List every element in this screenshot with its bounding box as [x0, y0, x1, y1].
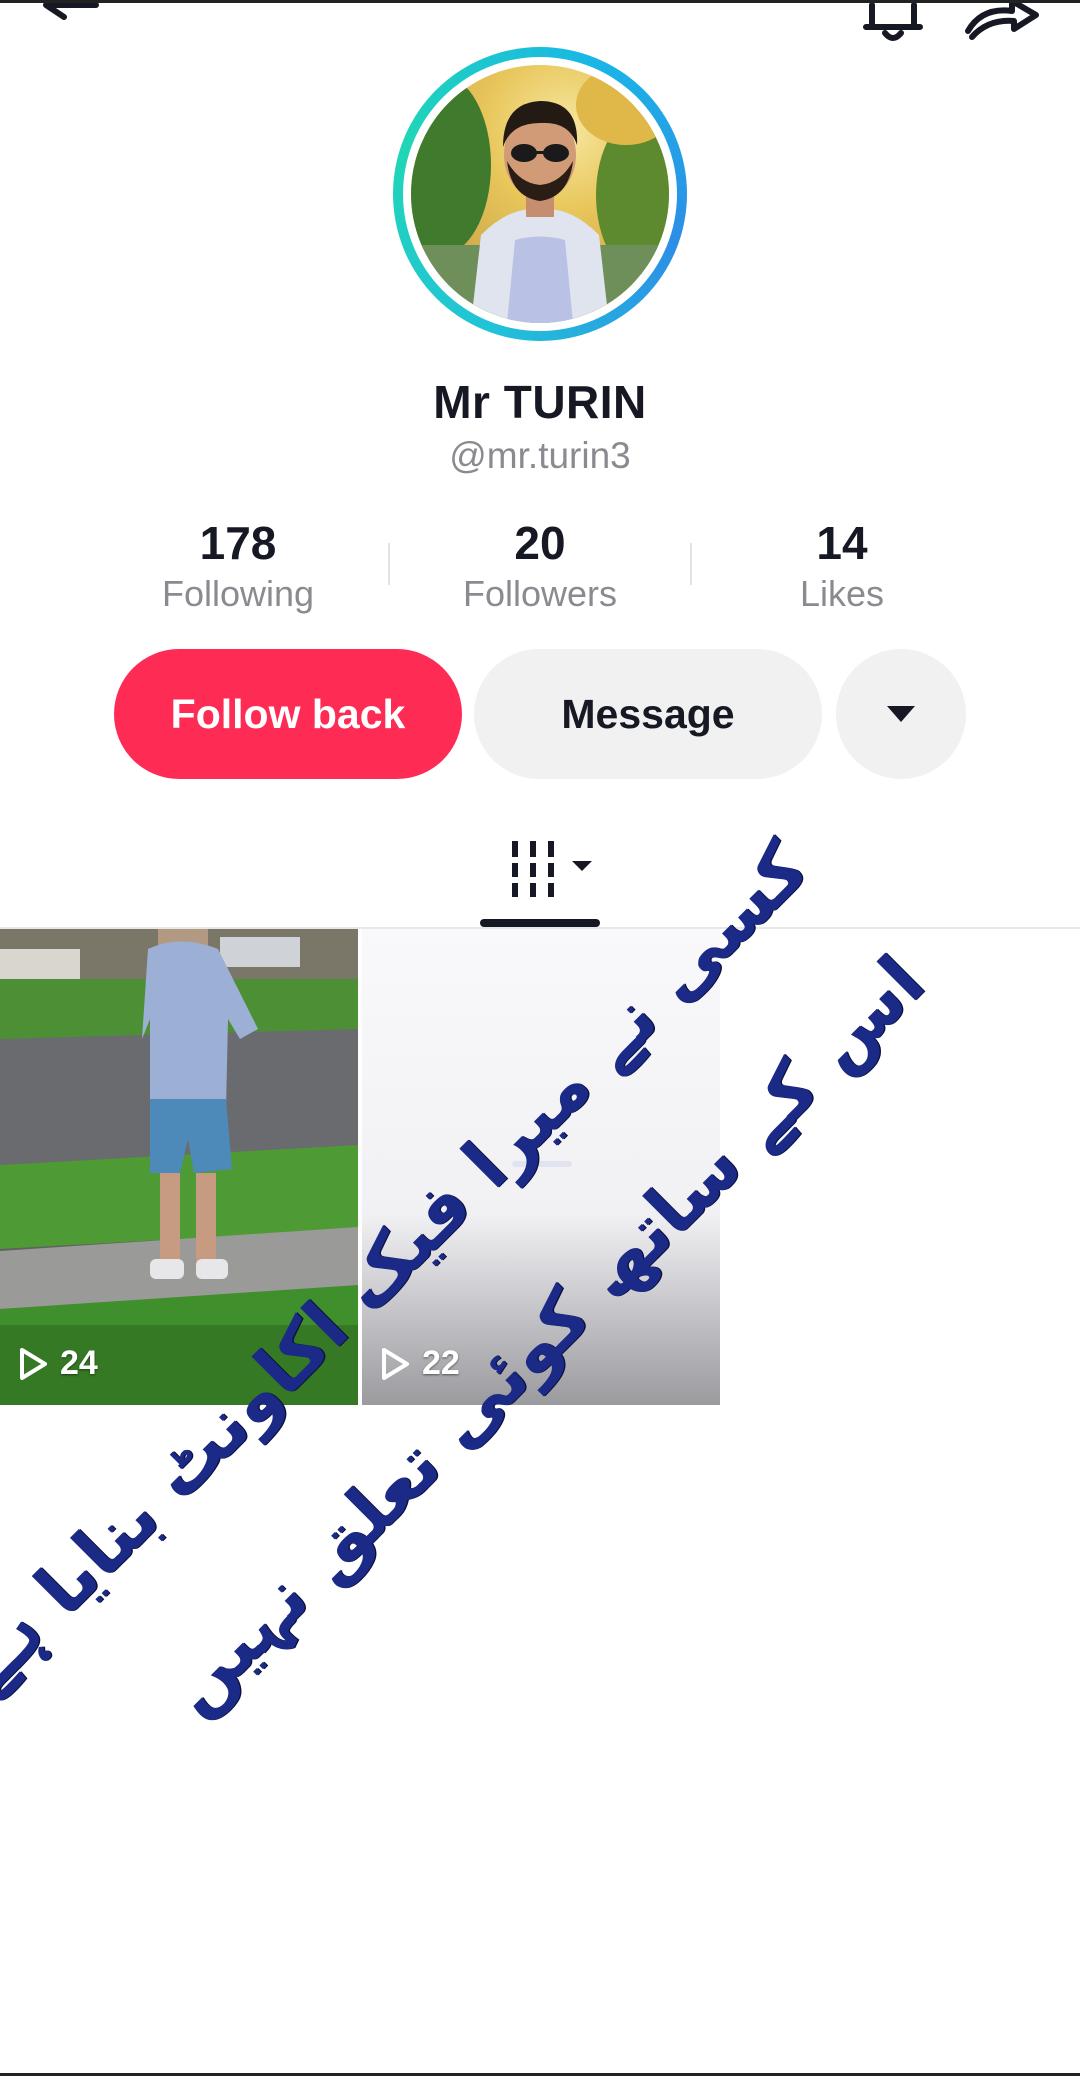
play-icon: [382, 1347, 409, 1380]
bell-icon[interactable]: [858, 0, 928, 45]
caret-down-icon: [887, 706, 915, 722]
following-count: 178: [199, 517, 277, 569]
avatar-ring: [393, 47, 687, 341]
view-count: 24: [18, 1344, 98, 1383]
message-button[interactable]: Message: [474, 649, 822, 779]
followers-count: 20: [514, 517, 566, 569]
followers-label: Followers: [462, 573, 618, 614]
share-icon[interactable]: [962, 0, 1042, 43]
tab-indicator: [480, 919, 600, 927]
avatar[interactable]: [411, 65, 669, 323]
likes-count: 14: [816, 517, 868, 569]
stat-following[interactable]: 178 Following: [108, 517, 368, 619]
username: @mr.turin3: [449, 435, 631, 476]
back-arrow-icon[interactable]: [36, 0, 106, 37]
play-icon: [20, 1347, 47, 1380]
stat-likes[interactable]: 14 Likes: [712, 517, 972, 619]
grid-icon[interactable]: [500, 839, 600, 899]
stat-divider: [690, 543, 692, 585]
display-name: Mr TURIN: [433, 376, 647, 428]
more-options-button[interactable]: [836, 649, 966, 779]
follow-back-button[interactable]: Follow back: [114, 649, 462, 779]
following-label: Following: [161, 573, 315, 614]
stat-followers[interactable]: 20 Followers: [410, 517, 670, 619]
profile-screen: Mr TURIN @mr.turin3 178 Following 20 Fol…: [0, 0, 1080, 2076]
stat-divider: [388, 543, 390, 585]
likes-label: Likes: [799, 573, 885, 614]
